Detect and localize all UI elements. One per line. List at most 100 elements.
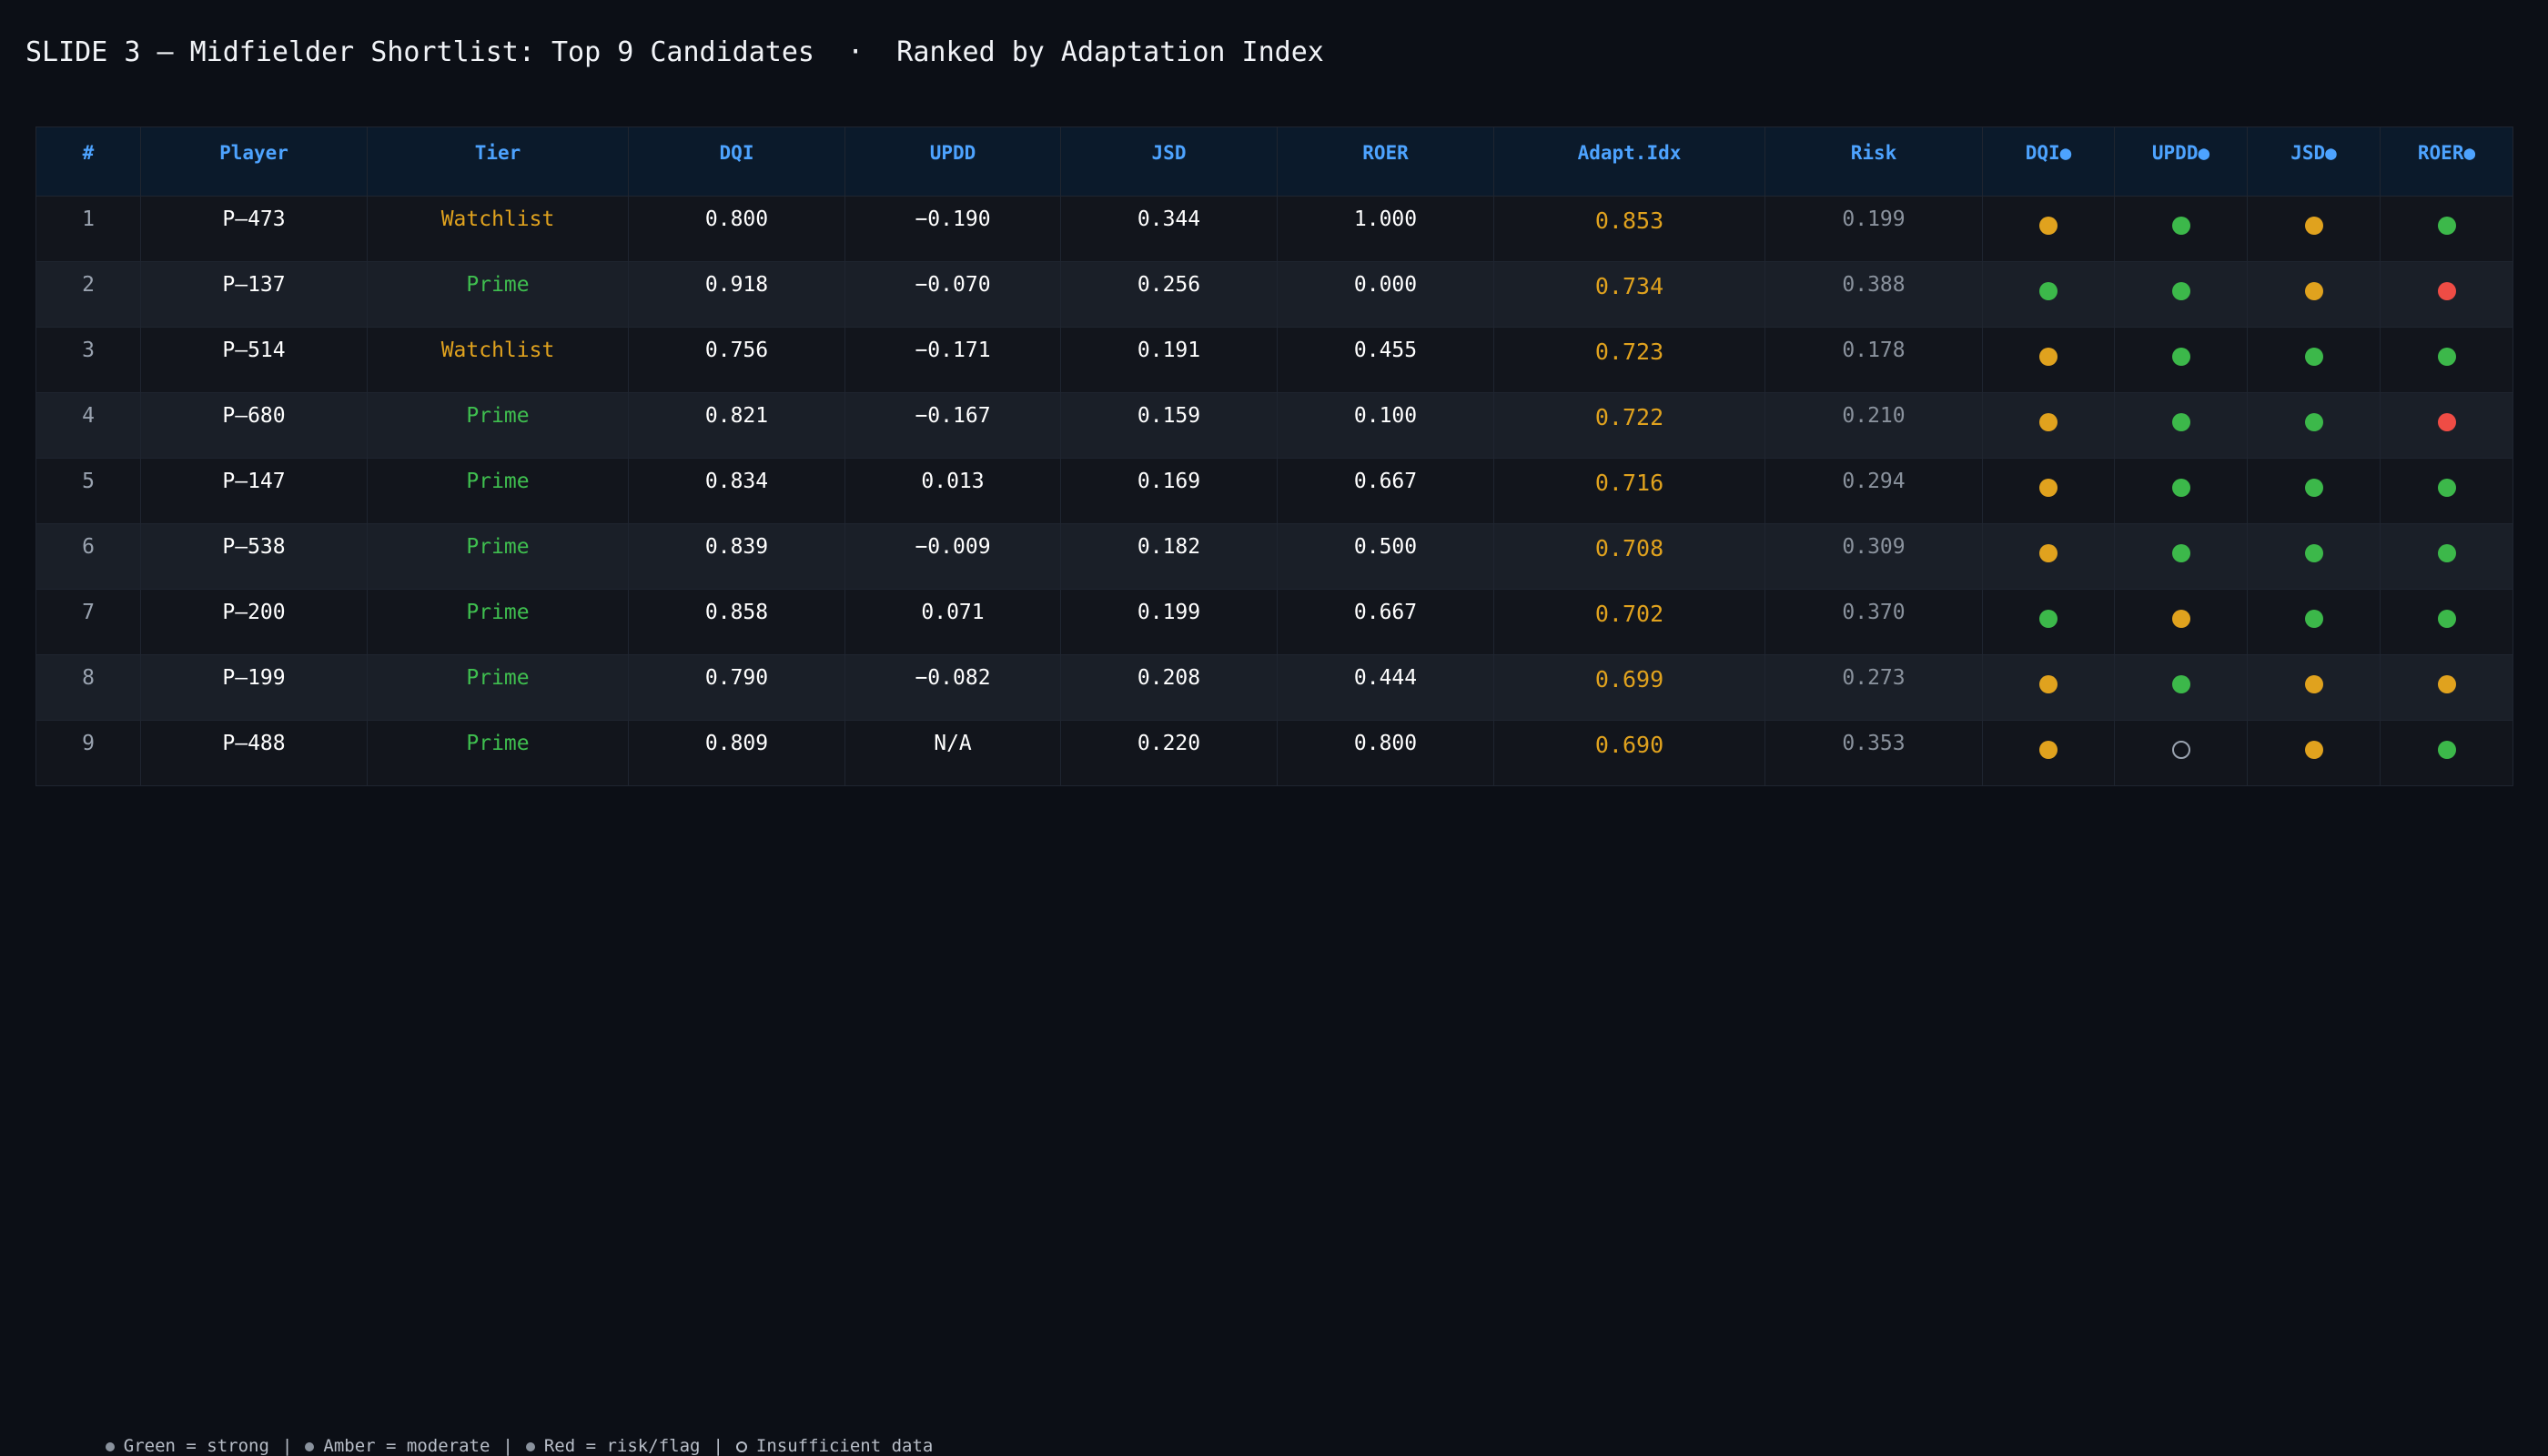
cell-status [2380,523,2513,590]
roer-status-dot-icon [2437,413,2456,431]
jsd-status-dot-icon [2304,675,2323,693]
header-jsd: JSD [1060,126,1278,197]
dqi-status-dot-icon [2039,413,2058,431]
cell-status [1982,654,2115,721]
cell-rank: 4 [35,392,141,459]
cell-jsd: 0.199 [1060,589,1278,655]
cell-dqi: 0.821 [628,392,845,459]
cell-roer: 0.444 [1277,654,1494,721]
table-row: 8 P–199 Prime 0.790 −0.082 0.208 0.444 0.699 0.2… [35,654,2513,721]
cell-roer: 0.667 [1277,589,1494,655]
cell-adapt-idx: 0.716 [1493,458,1765,524]
cell-tier: Prime [367,261,629,328]
cell-roer: 0.455 [1277,327,1494,393]
cell-rank: 5 [35,458,141,524]
cell-dqi: 0.839 [628,523,845,590]
roer-status-dot-icon [2437,479,2456,497]
dqi-status-dot-icon [2039,282,2058,300]
cell-status [2114,392,2248,459]
updd-status-dot-icon [2171,479,2190,497]
cell-roer: 0.500 [1277,523,1494,590]
cell-adapt-idx: 0.699 [1493,654,1765,721]
header-player: Player [140,126,368,197]
cell-status [2114,523,2248,590]
cell-updd: −0.167 [844,392,1061,459]
updd-status-dot-icon [2171,610,2190,628]
cell-status [2380,196,2513,262]
header-dqi-dot: DQI● [1982,126,2115,197]
cell-status [2114,327,2248,393]
cell-roer: 0.667 [1277,458,1494,524]
shortlist-table-wrap: # Player Tier DQI UPDD JSD ROER Adapt.Idx Risk DQ… [35,126,2513,786]
dqi-status-dot-icon [2039,741,2058,759]
cell-rank: 1 [35,196,141,262]
cell-dqi: 0.756 [628,327,845,393]
roer-status-dot-icon [2437,348,2456,366]
cell-adapt-idx: 0.734 [1493,261,1765,328]
cell-status [1982,196,2115,262]
cell-adapt-idx: 0.708 [1493,523,1765,590]
legend-separator: | [502,1436,513,1456]
updd-status-dot-icon [2171,348,2190,366]
cell-updd: −0.009 [844,523,1061,590]
cell-status [1982,523,2115,590]
cell-updd: 0.013 [844,458,1061,524]
jsd-status-dot-icon [2304,544,2323,562]
header-dqi: DQI [628,126,845,197]
cell-status [2114,458,2248,524]
table-row: 4 P–680 Prime 0.821 −0.167 0.159 0.100 0.722 0.2… [35,392,2513,459]
jsd-status-dot-icon [2304,741,2323,759]
cell-jsd: 0.169 [1060,458,1278,524]
cell-status [2247,327,2381,393]
cell-status [1982,589,2115,655]
header-roer: ROER [1277,126,1494,197]
jsd-status-dot-icon [2304,479,2323,497]
cell-status [2247,589,2381,655]
cell-adapt-idx: 0.853 [1493,196,1765,262]
legend-separator: | [713,1436,723,1456]
cell-status [2114,720,2248,786]
header-tier: Tier [367,126,629,197]
table-row: 1 P–473 Watchlist 0.800 −0.190 0.344 1.000 0.85… [35,196,2513,262]
cell-jsd: 0.208 [1060,654,1278,721]
cell-jsd: 0.182 [1060,523,1278,590]
updd-status-dot-icon [2171,544,2190,562]
slide-title: SLIDE 3 — Midfielder Shortlist: Top 9 Ca… [25,36,1324,68]
legend-red-label: Red = risk/flag [543,1436,701,1456]
legend-red-dot-icon [525,1441,535,1451]
cell-rank: 2 [35,261,141,328]
cell-status [2247,458,2381,524]
header-jsd-dot: JSD● [2247,126,2381,197]
cell-rank: 6 [35,523,141,590]
dqi-status-dot-icon [2039,348,2058,366]
cell-tier: Prime [367,589,629,655]
cell-risk: 0.370 [1764,589,1983,655]
cell-risk: 0.294 [1764,458,1983,524]
cell-player: P–680 [140,392,368,459]
cell-jsd: 0.191 [1060,327,1278,393]
cell-status [2380,458,2513,524]
legend-amber-dot-icon [305,1441,315,1451]
header-updd: UPDD [844,126,1061,197]
roer-status-dot-icon [2437,741,2456,759]
cell-tier: Prime [367,392,629,459]
cell-player: P–488 [140,720,368,786]
cell-status [2380,654,2513,721]
table-row: 3 P–514 Watchlist 0.756 −0.171 0.191 0.455 0.72… [35,327,2513,393]
cell-jsd: 0.220 [1060,720,1278,786]
cell-rank: 7 [35,589,141,655]
cell-player: P–538 [140,523,368,590]
roer-status-dot-icon [2437,610,2456,628]
header-risk: Risk [1764,126,1983,197]
cell-roer: 0.800 [1277,720,1494,786]
table-body: 1 P–473 Watchlist 0.800 −0.190 0.344 1.000 0.85… [35,196,2513,786]
updd-status-dot-icon [2171,217,2190,235]
roer-status-dot-icon [2437,544,2456,562]
table-row: 2 P–137 Prime 0.918 −0.070 0.256 0.000 0.734 0.3… [35,261,2513,328]
dqi-status-dot-icon [2039,479,2058,497]
shortlist-table: # Player Tier DQI UPDD JSD ROER Adapt.Idx Risk DQ… [35,126,2513,786]
cell-roer: 0.100 [1277,392,1494,459]
cell-status [1982,720,2115,786]
cell-dqi: 0.858 [628,589,845,655]
cell-jsd: 0.256 [1060,261,1278,328]
